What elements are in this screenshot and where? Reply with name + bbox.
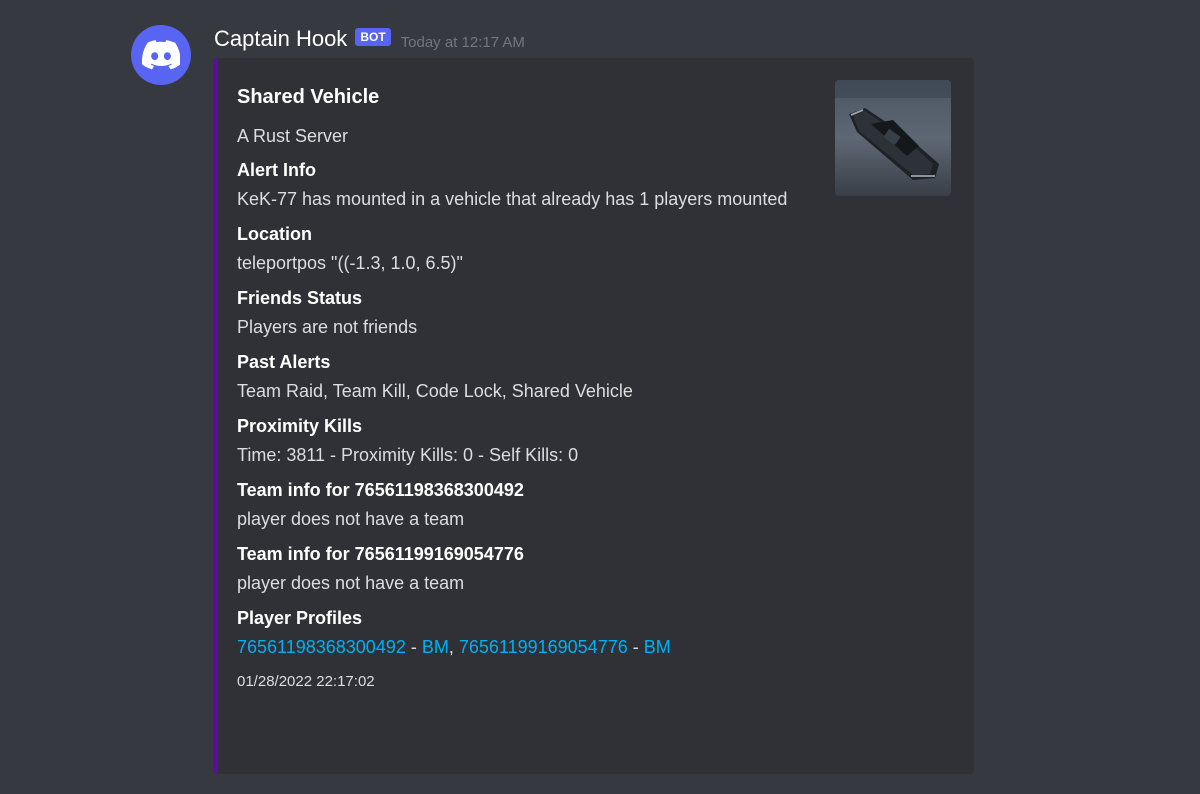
embed-card: Shared Vehicle A Rust Server Alert Info … [213,58,974,774]
embed-footer-timestamp: 01/28/2022 22:17:02 [237,673,375,690]
bot-badge: BOT [355,28,391,46]
field-name: Team info for 76561198368300492 [237,480,524,500]
boat-thumbnail[interactable] [835,80,951,196]
profile-link-bm-2[interactable]: BM [644,637,671,657]
field-past-alerts: Past Alerts Team Raid, Team Kill, Code L… [237,350,797,404]
separator: - [627,637,644,657]
message-timestamp[interactable]: Today at 12:17 AM [401,34,525,51]
field-value: Players are not friends [237,317,418,337]
field-name: Player Profiles [237,608,363,628]
field-alert-info: Alert Info KeK-77 has mounted in a vehic… [237,158,797,212]
discord-logo-icon [142,40,180,70]
field-value: teleportpos "((-1.3, 1.0, 6.5)" [237,253,463,273]
field-value: player does not have a team [237,573,465,593]
profile-link-steam-2[interactable]: 76561199169054776 [459,637,628,657]
field-player-profiles: Player Profiles 76561198368300492 - BM, … [237,606,797,660]
field-team-info-1: Team info for 76561198368300492 player d… [237,478,797,532]
embed-content: Shared Vehicle A Rust Server Alert Info … [237,84,797,692]
separator: , [448,637,459,657]
field-value: player does not have a team [237,509,465,529]
field-value: KeK-77 has mounted in a vehicle that alr… [237,189,788,209]
chat-message: Captain Hook BOT Today at 12:17 AM Share… [0,0,1200,794]
field-proximity-kills: Proximity Kills Time: 3811 - Proximity K… [237,414,797,468]
field-name: Friends Status [237,288,363,308]
embed-description: A Rust Server [237,126,349,146]
profile-links: 76561198368300492 - BM, 7656119916905477… [237,634,797,660]
profile-link-steam-1[interactable]: 76561198368300492 [237,637,406,657]
field-value: Team Raid, Team Kill, Code Lock, Shared … [237,381,633,401]
field-team-info-2: Team info for 76561199169054776 player d… [237,542,797,596]
field-name: Past Alerts [237,352,331,372]
profile-link-bm-1[interactable]: BM [422,637,449,657]
avatar[interactable] [131,25,191,85]
author-name[interactable]: Captain Hook [214,26,347,52]
separator: - [405,637,422,657]
message-header: Captain Hook BOT Today at 12:17 AM [214,26,525,52]
field-name: Proximity Kills [237,416,363,436]
field-name: Location [237,224,312,244]
embed-title: Shared Vehicle [237,86,380,108]
field-value: Time: 3811 - Proximity Kills: 0 - Self K… [237,445,579,465]
field-friends-status: Friends Status Players are not friends [237,286,797,340]
field-name: Alert Info [237,160,316,180]
field-name: Team info for 76561199169054776 [237,544,524,564]
field-location: Location teleportpos "((-1.3, 1.0, 6.5)" [237,222,797,276]
